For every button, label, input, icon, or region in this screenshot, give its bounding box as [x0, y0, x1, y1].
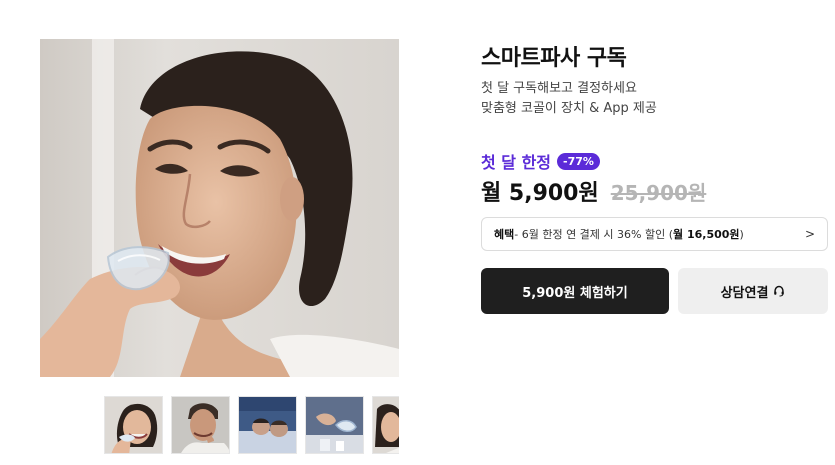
benefit-highlight: 월 16,500원	[673, 228, 740, 241]
consult-button[interactable]: 상담연결	[678, 268, 828, 314]
trial-button[interactable]: 5,900원 체험하기	[481, 268, 669, 314]
chevron-right-icon: >	[804, 227, 815, 241]
benefit-text: - 6월 한정 연 결제 시 36% 할인 (	[514, 228, 674, 241]
product-subtitle-line1: 첫 달 구독해보고 결정하세요	[481, 81, 637, 96]
main-product-image	[40, 39, 399, 377]
benefit-banner[interactable]: 혜택 - 6월 한정 연 결제 시 36% 할인 ( 월 16,500원 ) >	[481, 217, 828, 251]
thumbnail-3[interactable]	[238, 396, 297, 454]
original-price: 25,900원	[610, 181, 707, 205]
thumbnail-5[interactable]	[372, 396, 399, 454]
consult-button-label: 상담연결	[720, 285, 769, 301]
benefit-close-paren: )	[739, 227, 744, 241]
product-subtitle-line2: 맞춤형 코골이 장치 & App 제공	[481, 101, 657, 116]
benefit-label: 혜택	[494, 228, 515, 241]
thumbnail-strip	[104, 396, 399, 454]
thumbnail-1[interactable]	[104, 396, 163, 454]
headset-icon	[773, 285, 785, 297]
thumbnail-4[interactable]	[305, 396, 364, 454]
promo-label: 첫 달 한정	[481, 153, 552, 172]
product-title: 스마트파사 구독	[481, 46, 627, 71]
current-price: 월 5,900원	[481, 181, 599, 206]
price-row: 월 5,900원 25,900원	[481, 175, 706, 207]
discount-badge: -77%	[557, 152, 600, 170]
promo-row: 첫 달 한정 -77%	[481, 149, 600, 173]
thumbnail-2[interactable]	[171, 396, 230, 454]
